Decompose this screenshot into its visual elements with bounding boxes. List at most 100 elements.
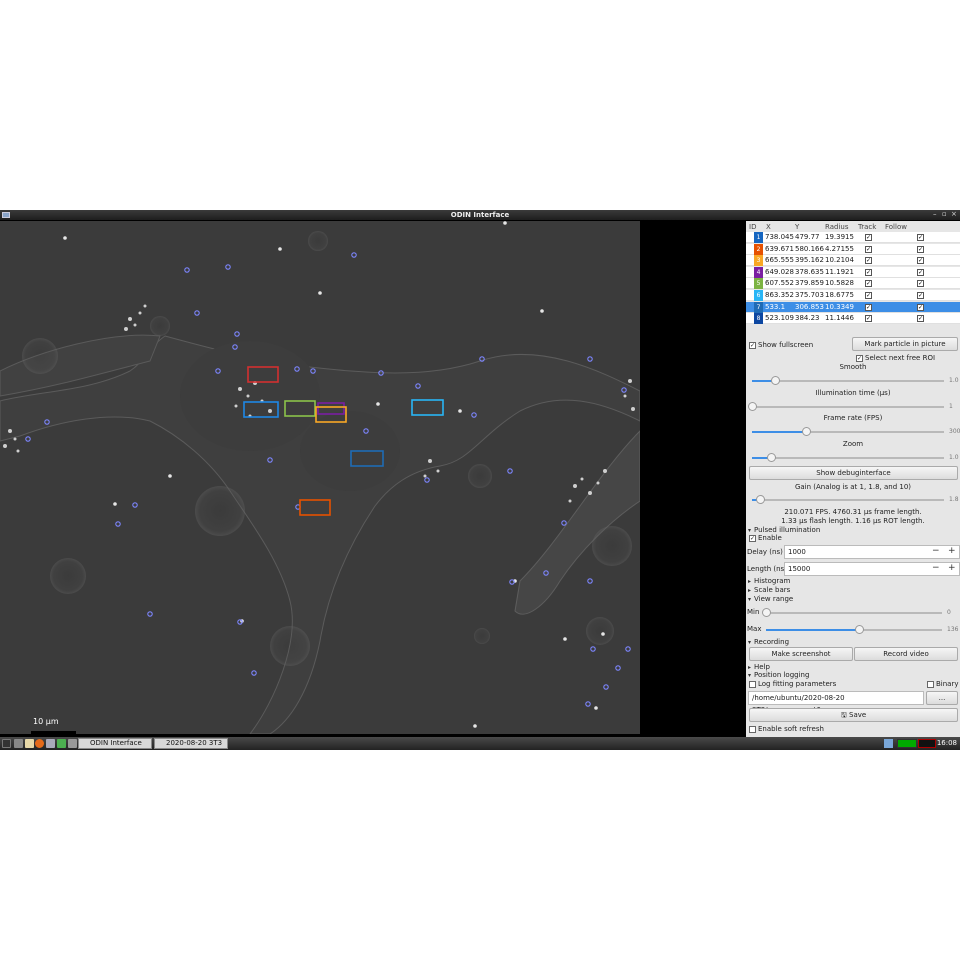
follow-checkbox[interactable]: ✓ (917, 268, 924, 276)
slider-track[interactable] (752, 406, 944, 408)
header-track[interactable]: Track (858, 223, 876, 231)
recording-header[interactable]: Recording (754, 638, 789, 646)
collapsed-arrow-icon[interactable]: ▸ (748, 587, 751, 594)
show-fullscreen-checkbox[interactable]: ✓ (749, 342, 756, 349)
soft-refresh-checkbox[interactable] (749, 726, 756, 733)
particle-y: 384.23 (795, 314, 820, 323)
follow-checkbox[interactable]: ✓ (917, 315, 924, 323)
delay-value: 1000 (788, 548, 806, 556)
slider-handle[interactable] (762, 608, 771, 617)
slider-track[interactable] (752, 380, 944, 382)
track-checkbox[interactable]: ✓ (865, 315, 872, 323)
close-icon[interactable]: × (951, 210, 957, 218)
histogram-header[interactable]: Histogram (754, 577, 790, 585)
file-path-field[interactable]: /home/ubuntu/2020-08-20 3T3/measurement6… (748, 691, 924, 714)
clock[interactable]: 16:08 (937, 739, 957, 747)
binary-label: Binary (936, 680, 959, 688)
delay-field[interactable]: 1000 − + (784, 545, 960, 559)
maximize-icon[interactable]: ▫ (942, 210, 947, 218)
delay-increment-button[interactable]: + (948, 547, 956, 556)
record-video-button[interactable]: Record video (854, 647, 958, 661)
length-decrement-button[interactable]: − (932, 564, 940, 573)
header-radius[interactable]: Radius (825, 223, 848, 231)
select-next-roi-checkbox[interactable]: ✓ (856, 355, 863, 362)
table-row[interactable]: 6 863.352 375.703 18.6775 ✓ ✓ (746, 290, 960, 301)
table-row[interactable]: 4 649.028 378.635 11.1921 ✓ ✓ (746, 266, 960, 278)
header-y[interactable]: Y (795, 223, 799, 231)
slider-handle[interactable] (748, 402, 757, 411)
microscope-image-view[interactable]: 10 µm (0, 221, 640, 734)
header-x[interactable]: X (766, 223, 771, 231)
follow-checkbox[interactable]: ✓ (917, 234, 924, 241)
scale-bars-header[interactable]: Scale bars (754, 586, 790, 594)
save-button[interactable]: 🖫 Save (749, 708, 958, 722)
settings-icon[interactable] (68, 739, 77, 748)
header-id[interactable]: ID (749, 223, 756, 231)
files-icon[interactable] (25, 739, 34, 748)
slider-track[interactable] (766, 612, 942, 614)
pulsed-illumination-header[interactable]: Pulsed illumination (754, 526, 820, 534)
task-folder[interactable]: 2020-08-20 3T3 (154, 738, 228, 749)
mark-particle-button[interactable]: Mark particle in picture (852, 337, 958, 351)
table-row[interactable]: 7 533.1 306.853 10.3349 ✓ ✓ (746, 301, 960, 313)
follow-checkbox[interactable]: ✓ (917, 245, 924, 253)
app-launcher-icon[interactable] (57, 739, 66, 748)
slider-handle[interactable] (801, 427, 811, 436)
view-range-header[interactable]: View range (754, 595, 793, 603)
table-row[interactable]: 3 665.555 395.162 10.2104 ✓ ✓ (746, 255, 960, 267)
slider-handle[interactable] (855, 625, 865, 634)
slider-track[interactable] (752, 499, 944, 501)
length-field[interactable]: 15000 − + (784, 562, 960, 576)
log-fitting-checkbox[interactable] (749, 681, 756, 688)
follow-checkbox[interactable]: ✓ (917, 303, 924, 311)
position-logging-header[interactable]: Position logging (754, 671, 809, 679)
enable-checkbox[interactable]: ✓ (749, 535, 756, 542)
table-row[interactable]: 5 607.552 379.859 10.5828 ✓ ✓ (746, 278, 960, 290)
stats-line-2: 1.33 µs flash length. 1.16 µs ROT length… (781, 517, 925, 525)
expanded-arrow-icon[interactable]: ▾ (748, 596, 751, 603)
browse-button[interactable]: ... (926, 691, 958, 705)
title-bar[interactable]: ODIN Interface – ▫ × (0, 210, 960, 220)
slider-handle[interactable] (755, 495, 765, 504)
slider-value: 1 (949, 403, 953, 410)
follow-checkbox[interactable]: ✓ (917, 292, 924, 299)
length-increment-button[interactable]: + (948, 564, 956, 573)
table-row[interactable]: 1 738.045 479.77 19.3915 ✓ ✓ (746, 232, 960, 243)
particle-radius: 4.27155 (825, 244, 854, 253)
help-header[interactable]: Help (754, 663, 770, 671)
desktop-icon[interactable] (46, 739, 55, 748)
collapsed-arrow-icon[interactable]: ▸ (748, 578, 751, 585)
delay-decrement-button[interactable]: − (932, 547, 940, 556)
particle-x: 607.552 (765, 279, 794, 288)
table-row[interactable]: 2 639.671 580.166 4.27155 ✓ ✓ (746, 243, 960, 255)
track-checkbox[interactable]: ✓ (865, 257, 872, 265)
slider-track[interactable] (752, 457, 944, 459)
track-checkbox[interactable]: ✓ (865, 303, 872, 311)
task-odin-interface[interactable]: ODIN Interface (78, 738, 152, 749)
minimize-icon[interactable]: – (933, 210, 937, 218)
track-checkbox[interactable]: ✓ (865, 245, 872, 253)
header-follow[interactable]: Follow (885, 223, 907, 231)
slider-handle[interactable] (771, 376, 781, 385)
expanded-arrow-icon[interactable]: ▾ (748, 639, 751, 646)
binary-checkbox[interactable] (927, 681, 934, 688)
collapsed-arrow-icon[interactable]: ▸ (748, 664, 751, 671)
expanded-arrow-icon[interactable]: ▾ (748, 527, 751, 534)
track-checkbox[interactable]: ✓ (865, 292, 872, 299)
cell-image (0, 221, 640, 734)
track-checkbox[interactable]: ✓ (865, 234, 872, 241)
show-debug-button[interactable]: Show debuginterface (749, 466, 958, 480)
network-icon[interactable] (884, 739, 893, 748)
browser-icon[interactable] (35, 739, 44, 748)
track-checkbox[interactable]: ✓ (865, 280, 872, 288)
follow-checkbox[interactable]: ✓ (917, 280, 924, 288)
slider-handle[interactable] (767, 453, 777, 462)
follow-checkbox[interactable]: ✓ (917, 257, 924, 265)
expanded-arrow-icon[interactable]: ▾ (748, 672, 751, 679)
start-menu-icon[interactable] (2, 739, 11, 748)
make-screenshot-button[interactable]: Make screenshot (749, 647, 853, 661)
table-row[interactable]: 8 523.109 384.23 11.1446 ✓ ✓ (746, 313, 960, 325)
terminal-icon[interactable] (14, 739, 23, 748)
track-checkbox[interactable]: ✓ (865, 268, 872, 276)
particle-x: 639.671 (765, 244, 794, 253)
